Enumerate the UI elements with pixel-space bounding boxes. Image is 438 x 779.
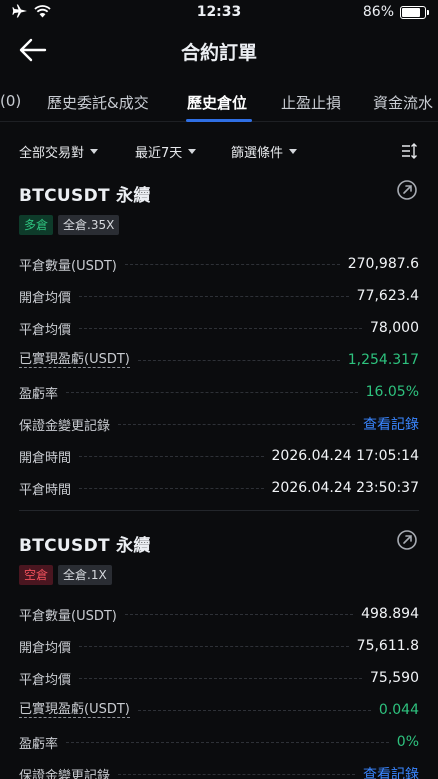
open-avg-price-label: 開倉均價 bbox=[19, 640, 72, 656]
detail-row: 平倉均價 78,000 bbox=[19, 312, 419, 344]
realized-pnl-value: 0.044 bbox=[378, 702, 419, 718]
status-bar: 12:33 86% bbox=[0, 0, 438, 26]
status-right: 86% bbox=[362, 4, 429, 20]
detail-row: 保證金變更記錄 查看記錄 bbox=[19, 758, 419, 779]
caret-down-icon bbox=[188, 149, 197, 154]
detail-row: 平倉數量(USDT) 270,987.6 bbox=[19, 248, 419, 280]
filter-conditions-label: 篩選條件 bbox=[231, 146, 284, 161]
close-amount-label: 平倉數量(USDT) bbox=[19, 608, 117, 624]
margin-mode-badge: 全倉.1X bbox=[58, 565, 112, 585]
caret-down-icon bbox=[289, 149, 298, 154]
pnl-ratio-label: 盈虧率 bbox=[19, 386, 59, 402]
open-avg-price-value: 75,611.8 bbox=[356, 638, 419, 654]
close-avg-price-label: 平倉均價 bbox=[19, 672, 72, 688]
tab-order-history[interactable]: 歷史委託&成交 bbox=[47, 92, 149, 113]
close-amount-value: 498.894 bbox=[361, 606, 419, 622]
margin-mode-badge: 全倉.35X bbox=[58, 215, 120, 235]
pnl-ratio-value: 16.05% bbox=[365, 384, 419, 400]
row-leader bbox=[79, 677, 362, 679]
close-amount-label: 平倉數量(USDT) bbox=[19, 258, 117, 274]
caret-down-icon bbox=[90, 149, 99, 154]
detail-row: 已實現盈虧(USDT) 0.044 bbox=[19, 694, 419, 726]
page-title: 合約訂單 bbox=[180, 42, 257, 64]
side-badge: 多倉 bbox=[19, 215, 54, 235]
row-leader bbox=[66, 391, 358, 393]
row-leader bbox=[66, 741, 389, 743]
margin-change-label: 保證金變更記錄 bbox=[19, 418, 111, 434]
row-leader bbox=[118, 773, 355, 775]
row-leader bbox=[124, 263, 340, 265]
position-symbol: BTCUSDT 永續 bbox=[19, 186, 151, 206]
realized-pnl-value: 1,254.317 bbox=[347, 352, 419, 368]
detail-row: 開倉均價 77,623.4 bbox=[19, 280, 419, 312]
position-badges: 空倉 全倉.1X bbox=[19, 565, 112, 585]
detail-row: 盈虧率 0% bbox=[19, 726, 419, 758]
filter-period[interactable]: 最近7天 bbox=[135, 142, 197, 161]
row-leader bbox=[79, 327, 362, 329]
row-leader bbox=[118, 423, 355, 425]
detail-row: 平倉數量(USDT) 498.894 bbox=[19, 598, 419, 630]
row-leader bbox=[137, 709, 371, 711]
open-avg-price-value: 77,623.4 bbox=[356, 288, 419, 304]
position-details: 平倉數量(USDT) 270,987.6 開倉均價 77,623.4 平倉均價 … bbox=[19, 248, 419, 504]
close-time-label: 平倉時間 bbox=[19, 482, 72, 498]
position-badges: 多倉 全倉.35X bbox=[19, 215, 120, 235]
open-time-value: 2026.04.24 17:05:14 bbox=[271, 448, 420, 464]
row-leader bbox=[79, 295, 349, 297]
realized-pnl-label[interactable]: 已實現盈虧(USDT) bbox=[19, 702, 130, 718]
row-leader bbox=[124, 613, 354, 615]
tab-funding-flow[interactable]: 資金流水 bbox=[373, 92, 433, 113]
detail-row: 開倉均價 75,611.8 bbox=[19, 630, 419, 662]
active-tab-indicator bbox=[186, 119, 252, 122]
filter-pair[interactable]: 全部交易對 bbox=[19, 142, 99, 161]
tab-position-history[interactable]: 歷史倉位 bbox=[187, 92, 247, 113]
filter-pair-label: 全部交易對 bbox=[19, 146, 85, 161]
view-records-link[interactable]: 查看記錄 bbox=[363, 764, 419, 779]
close-amount-value: 270,987.6 bbox=[347, 256, 419, 272]
close-avg-price-value: 78,000 bbox=[370, 320, 419, 336]
tab-tp-sl[interactable]: 止盈止損 bbox=[281, 92, 341, 113]
position-symbol: BTCUSDT 永續 bbox=[19, 536, 151, 556]
detail-row: 保證金變更記錄 查看記錄 bbox=[19, 408, 419, 440]
detail-row: 盈虧率 16.05% bbox=[19, 376, 419, 408]
pnl-ratio-value: 0% bbox=[396, 734, 419, 750]
row-leader bbox=[79, 455, 264, 457]
battery-fill bbox=[402, 7, 420, 17]
row-leader bbox=[137, 359, 340, 361]
share-icon[interactable] bbox=[396, 529, 418, 551]
margin-change-label: 保證金變更記錄 bbox=[19, 768, 111, 779]
tab-bar: (0) 歷史委託&成交 歷史倉位 止盈止損 資金流水 bbox=[0, 86, 438, 122]
row-leader bbox=[79, 487, 264, 489]
row-leader bbox=[79, 645, 349, 647]
realized-pnl-label[interactable]: 已實現盈虧(USDT) bbox=[19, 352, 130, 368]
battery-icon bbox=[400, 5, 429, 19]
tab-partial[interactable]: (0) bbox=[0, 92, 21, 110]
nav-bar: 合約訂單 bbox=[0, 28, 438, 72]
detail-row: 平倉時間 2026.04.24 23:50:37 bbox=[19, 472, 419, 504]
view-records-link[interactable]: 查看記錄 bbox=[363, 414, 419, 434]
filter-bar: 全部交易對 最近7天 篩選條件 bbox=[0, 142, 438, 162]
battery-percent: 86% bbox=[362, 4, 394, 20]
detail-row: 平倉均價 75,590 bbox=[19, 662, 419, 694]
detail-row: 開倉時間 2026.04.24 17:05:14 bbox=[19, 440, 419, 472]
close-avg-price-value: 75,590 bbox=[370, 670, 419, 686]
close-time-value: 2026.04.24 23:50:37 bbox=[271, 480, 420, 496]
filter-period-label: 最近7天 bbox=[135, 146, 183, 161]
share-icon[interactable] bbox=[396, 179, 418, 201]
card-divider bbox=[19, 510, 419, 511]
sort-icon[interactable] bbox=[400, 142, 418, 160]
open-avg-price-label: 開倉均價 bbox=[19, 290, 72, 306]
pnl-ratio-label: 盈虧率 bbox=[19, 736, 59, 752]
close-avg-price-label: 平倉均價 bbox=[19, 322, 72, 338]
open-time-label: 開倉時間 bbox=[19, 450, 72, 466]
detail-row: 已實現盈虧(USDT) 1,254.317 bbox=[19, 344, 419, 376]
filter-conditions[interactable]: 篩選條件 bbox=[231, 142, 298, 161]
position-details: 平倉數量(USDT) 498.894 開倉均價 75,611.8 平倉均價 75… bbox=[19, 598, 419, 779]
side-badge: 空倉 bbox=[19, 565, 54, 585]
